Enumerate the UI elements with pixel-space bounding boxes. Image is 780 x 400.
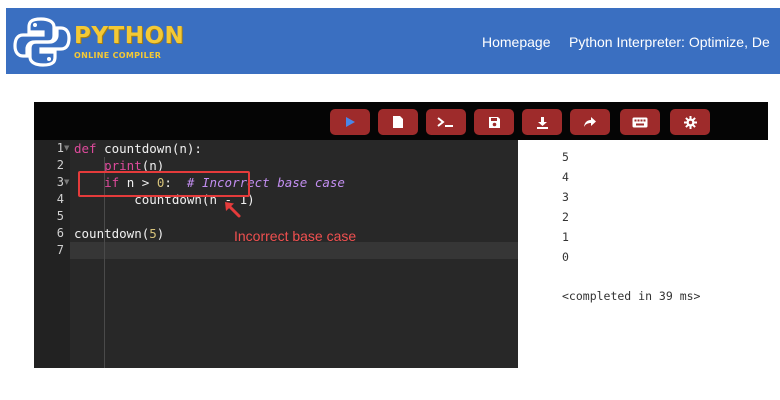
nav-homepage-link[interactable]: Homepage — [482, 34, 551, 50]
new-file-button[interactable] — [378, 109, 418, 135]
compiler-panel: 1 2 3 4 5 6 7 ▼ ▼ def countdown(n): prin… — [34, 102, 768, 368]
line-number: 5 — [56, 209, 64, 223]
run-button[interactable] — [330, 109, 370, 135]
output-line: 2 — [562, 210, 569, 224]
annotation-label: Incorrect base case — [234, 228, 357, 244]
terminal-icon — [437, 117, 453, 127]
active-line-highlight — [70, 242, 518, 259]
share-button[interactable] — [570, 109, 610, 135]
brand-title: PYTHON — [74, 23, 185, 49]
settings-icon — [683, 115, 697, 129]
code-token: def — [74, 141, 105, 156]
line-number: 6 — [56, 226, 64, 240]
annotation-arrow-icon — [225, 202, 241, 218]
line-number: 7 — [56, 243, 64, 257]
output-line: 3 — [562, 190, 569, 204]
brand[interactable]: PYTHON ONLINE COMPILER — [74, 24, 184, 60]
site-header: PYTHON ONLINE COMPILER Homepage Python I… — [6, 8, 780, 74]
save-icon — [488, 116, 500, 128]
download-icon — [536, 116, 548, 129]
code-token: ) — [156, 226, 165, 241]
code-line[interactable]: def countdown(n): — [74, 140, 202, 157]
toolbar — [34, 102, 768, 140]
fold-arrow-icon[interactable]: ▼ — [64, 174, 69, 191]
output-line: <completed in 39 ms> — [562, 289, 701, 303]
output-line: 4 — [562, 170, 569, 184]
terminal-button[interactable] — [426, 109, 466, 135]
code-token: countdown( — [74, 226, 150, 241]
run-icon — [346, 117, 355, 127]
save-button[interactable] — [474, 109, 514, 135]
code-token: countdown(n): — [104, 141, 202, 156]
code-line[interactable]: countdown(5) — [74, 225, 164, 242]
line-number-gutter: 1 2 3 4 5 6 7 ▼ ▼ — [34, 140, 70, 368]
fold-arrow-icon[interactable]: ▼ — [64, 140, 69, 157]
brand-subtitle: ONLINE COMPILER — [74, 51, 162, 60]
settings-button[interactable] — [670, 109, 710, 135]
annotation-highlight-box — [78, 171, 250, 197]
output-console: 5 4 3 2 1 0 <completed in 39 ms> — [518, 140, 768, 368]
output-line: 0 — [562, 250, 569, 264]
python-logo-icon[interactable] — [12, 14, 72, 70]
new-file-icon — [393, 116, 403, 128]
output-line: 1 — [562, 230, 569, 244]
keyboard-button[interactable] — [620, 109, 660, 135]
share-icon — [584, 117, 596, 127]
line-number: 3 — [56, 175, 64, 189]
download-button[interactable] — [522, 109, 562, 135]
keyboard-icon — [632, 117, 648, 127]
output-line: 5 — [562, 150, 569, 164]
nav-python-interpreter-link[interactable]: Python Interpreter: Optimize, De — [569, 34, 780, 50]
line-number: 2 — [56, 158, 64, 172]
line-number: 1 — [56, 141, 64, 155]
line-number: 4 — [56, 192, 64, 206]
code-token: 5 — [149, 226, 157, 241]
